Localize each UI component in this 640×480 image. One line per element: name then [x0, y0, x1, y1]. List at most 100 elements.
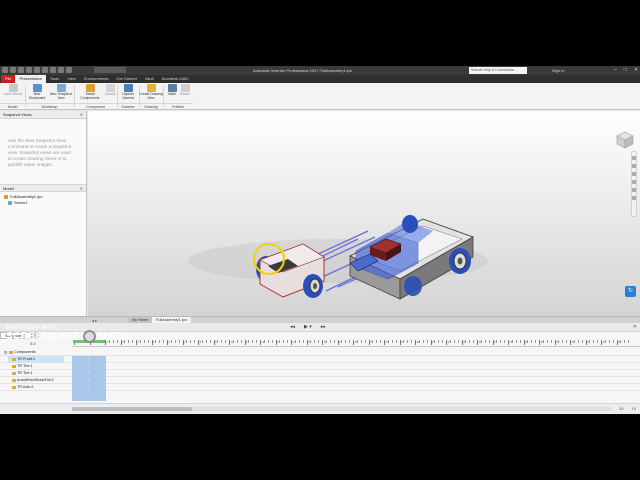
close-button[interactable]: ✕: [634, 66, 638, 75]
ruler-minor-tick: [205, 340, 207, 343]
ruler-minor-tick: [511, 340, 513, 343]
minimize-button[interactable]: –: [614, 66, 617, 75]
ruler-minor-tick: [201, 340, 203, 343]
snapshot-panel-close[interactable]: ✕: [80, 111, 83, 119]
look-at-icon[interactable]: [632, 188, 636, 192]
viewcube[interactable]: [615, 130, 635, 150]
ruler-minor-tick: [294, 340, 296, 343]
tab-vault[interactable]: Vault: [141, 75, 158, 83]
zoom-in-label[interactable]: 15: [632, 406, 636, 411]
model-panel-close[interactable]: ✕: [80, 185, 83, 193]
new-storyboard-button[interactable]: New Storyboard: [25, 84, 49, 101]
storyboard-close[interactable]: ✕: [633, 323, 637, 332]
scrollbar-thumb[interactable]: [72, 407, 192, 411]
ruler-minor-tick: [624, 340, 626, 343]
new-file-icon[interactable]: [10, 67, 16, 73]
recorder-watermark: RECORDED WITH SCREENCAST MATIC: [6, 325, 133, 343]
timeline-scrollbar[interactable]: [72, 407, 612, 411]
insert-model-button[interactable]: Insert Model: [1, 84, 25, 97]
browser-panel: Snapshot Views ✕ Use the New Snapshot Vi…: [0, 111, 87, 316]
save-icon[interactable]: [26, 67, 32, 73]
ruler-minor-tick: [194, 340, 196, 343]
tab-presentation[interactable]: Presentation: [15, 75, 46, 83]
group-publish: Publish: [163, 103, 193, 109]
part-icon: [12, 386, 16, 389]
ruler-minor-tick: [186, 340, 188, 343]
undo-icon[interactable]: [34, 67, 40, 73]
tab-a360[interactable]: Autodesk A360: [158, 75, 193, 83]
full-navigation-wheel-icon[interactable]: [632, 156, 636, 160]
fast-forward-button[interactable]: ▸▸: [321, 324, 326, 330]
assembly-model[interactable]: [88, 111, 640, 316]
ruler-minor-tick: [527, 340, 529, 343]
tab-file[interactable]: File: [1, 75, 16, 83]
timeline-ruler[interactable]: 0123456789101112131415161718192021222324…: [72, 340, 640, 347]
app-menu-icon[interactable]: [2, 67, 8, 73]
ruler-label: 9: [215, 340, 217, 344]
ruler-label: 7: [184, 340, 186, 344]
new-snapshot-button[interactable]: New Snapshot View: [49, 84, 73, 101]
keyframe-marker[interactable]: +: [87, 363, 89, 368]
ruler-minor-tick: [314, 340, 316, 343]
keyframe-marker[interactable]: +: [87, 384, 89, 389]
pan-icon[interactable]: [632, 164, 636, 168]
ruler-minor-tick: [190, 340, 192, 343]
ribbon-panel: Insert Model New Storyboard New Snapshot…: [0, 83, 640, 110]
track-row-components[interactable]: ⊟ Components: [0, 349, 640, 356]
ruler-minor-tick: [608, 340, 610, 343]
graphics-viewport[interactable]: ↻: [88, 111, 640, 316]
ruler-minor-tick: [418, 340, 420, 343]
keyframe-marker[interactable]: +: [87, 370, 89, 375]
ruler-minor-tick: [407, 340, 409, 343]
capture-camera-button[interactable]: Capture Camera: [116, 84, 140, 101]
play-button[interactable]: ▶ ▾: [304, 324, 312, 330]
ruler-minor-tick: [612, 340, 614, 343]
ruler-minor-tick: [341, 340, 343, 343]
return-icon[interactable]: [58, 67, 64, 73]
raster-button[interactable]: Raster: [173, 84, 197, 97]
ruler-minor-tick: [480, 340, 482, 343]
orbit-icon[interactable]: [632, 180, 636, 184]
document-tabs: ◂ ▸ My Home FullAssembly1.ipn: [0, 316, 640, 324]
open-file-icon[interactable]: [18, 67, 24, 73]
rewind-button[interactable]: ◂◂: [290, 324, 295, 330]
tab-environments[interactable]: Environments: [80, 75, 112, 83]
ruler-minor-tick: [271, 340, 273, 343]
ribbon-tabs: File Presentation Tools View Environment…: [0, 75, 640, 83]
ruler-minor-tick: [283, 340, 285, 343]
snapshot-views-header: Snapshot Views ✕: [0, 111, 86, 119]
tab-view[interactable]: View: [63, 75, 80, 83]
ruler-minor-tick: [577, 340, 579, 343]
tab-tools[interactable]: Tools: [46, 75, 63, 83]
ruler-minor-tick: [287, 340, 289, 343]
help-search-input[interactable]: Search Help & Commands...: [469, 67, 527, 74]
home-icon[interactable]: [50, 67, 56, 73]
ruler-minor-tick: [573, 340, 575, 343]
ruler-minor-tick: [263, 340, 265, 343]
ruler-minor-tick: [391, 340, 393, 343]
sign-in-link[interactable]: Sign In: [552, 66, 564, 75]
ruler-minor-tick: [236, 340, 238, 343]
appearance-dropdown[interactable]: [94, 67, 126, 73]
update-icon[interactable]: [66, 67, 72, 73]
tree-item-assembly[interactable]: FullAssembly1.ipn: [4, 194, 42, 199]
a360-sync-icon[interactable]: ↻: [625, 286, 636, 297]
recorder-logo-icon: [82, 330, 96, 343]
navigation-bar: [631, 151, 637, 217]
keyframe-marker[interactable]: +: [87, 356, 89, 361]
maximize-button[interactable]: □: [624, 66, 627, 75]
ruler-minor-tick: [380, 340, 382, 343]
ruler-minor-tick: [333, 340, 335, 343]
ruler-minor-tick: [473, 340, 475, 343]
tab-get-started[interactable]: Get Started: [112, 75, 140, 83]
collapse-icon[interactable]: ⊟: [4, 349, 7, 356]
zoom-icon[interactable]: [632, 172, 636, 176]
nav-menu-icon[interactable]: [632, 196, 636, 200]
keyframe-marker[interactable]: +: [87, 377, 89, 382]
redo-icon[interactable]: [42, 67, 48, 73]
ruler-minor-tick: [279, 340, 281, 343]
zoom-out-label[interactable]: 30: [619, 406, 623, 411]
tree-item-scene[interactable]: Scene1: [8, 200, 28, 205]
ruler-minor-tick: [449, 340, 451, 343]
action-track[interactable]: + + + + +: [72, 356, 106, 401]
